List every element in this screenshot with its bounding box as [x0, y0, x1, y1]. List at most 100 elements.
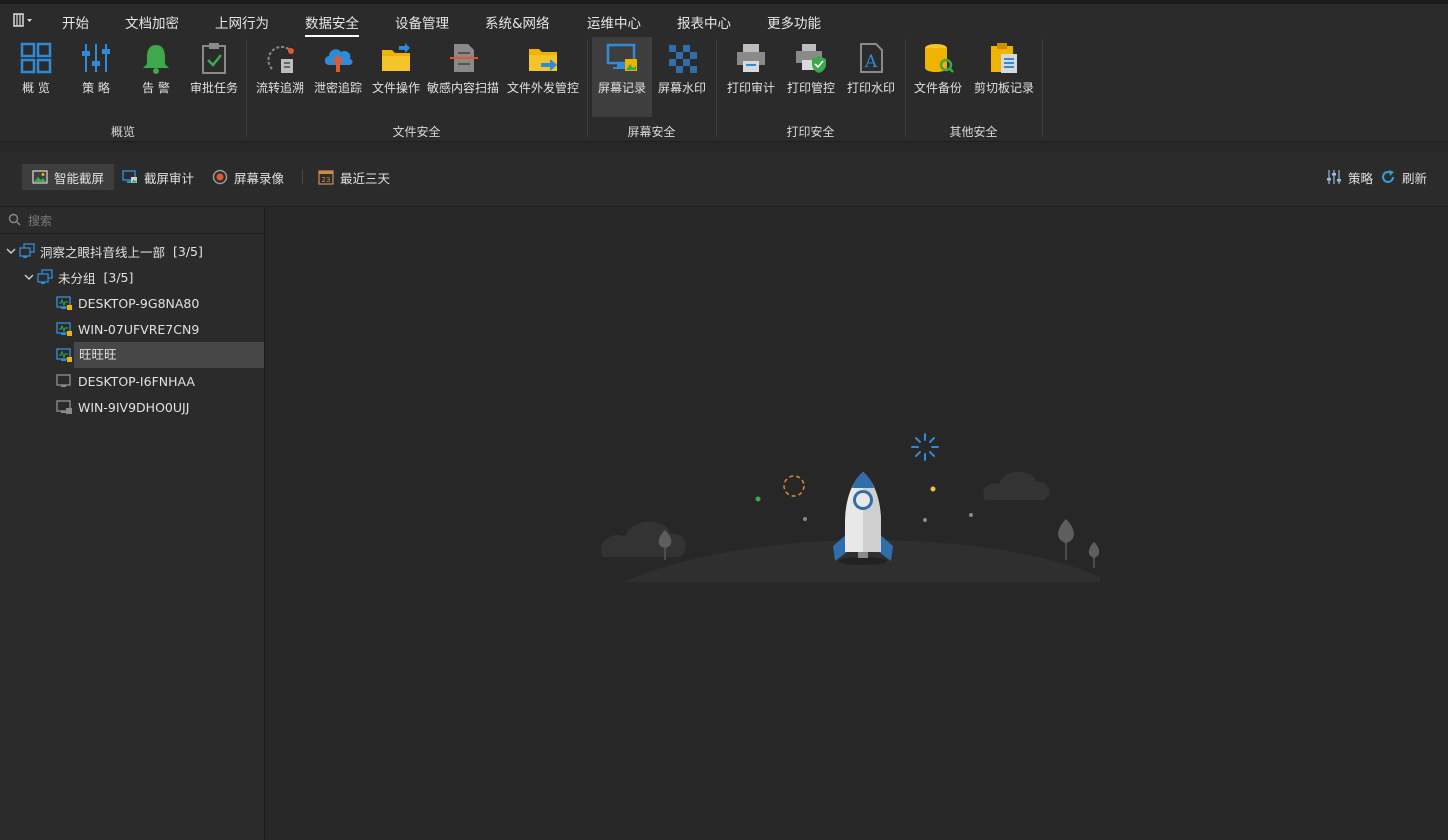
device-name: DESKTOP-I6FNHAA	[78, 373, 195, 389]
screen-watermark-button[interactable]: 屏幕水印	[654, 37, 710, 117]
alarm-bell-icon	[143, 45, 169, 74]
screen-video-button[interactable]: 屏幕录像	[212, 164, 284, 190]
tree-device-node[interactable]: DESKTOP-9G8NA80	[56, 290, 264, 316]
leak-trace-button-label: 泄密追踪	[313, 81, 362, 95]
folder-send-icon	[529, 49, 557, 71]
flow-trace-button-label: 流转追溯	[255, 81, 304, 95]
ribbon-group-screen-security-label: 屏幕安全	[627, 125, 676, 139]
tree-device-node-selected[interactable]: 旺旺旺	[56, 342, 264, 368]
print-watermark-button-label: 打印水印	[846, 81, 895, 95]
trace-icon	[267, 45, 294, 73]
printer-icon	[737, 44, 765, 72]
screen-record-content	[265, 207, 1448, 840]
ribbon-group-separator	[1042, 39, 1043, 137]
online-computer-icon	[56, 296, 72, 310]
refresh-button[interactable]: 刷新	[1380, 164, 1427, 190]
sensitive-scan-button-label: 敏感内容扫描	[426, 81, 499, 95]
file-outgoing-control-button[interactable]: 文件外发管控	[504, 37, 582, 117]
date-range-label: 最近三天	[340, 170, 391, 186]
clipboard-record-button[interactable]: 剪切板记录	[970, 37, 1038, 117]
tree-root-node[interactable]: 洞察之眼抖音线上一部 [3/5]	[0, 238, 264, 264]
menu-start[interactable]: 开始	[62, 12, 89, 32]
alarm-button-label: 告 警	[142, 81, 170, 95]
search-input[interactable]	[26, 211, 250, 231]
flow-trace-button[interactable]: 流转追溯	[252, 37, 308, 117]
sensitive-scan-button[interactable]: 敏感内容扫描	[426, 37, 500, 117]
printer-shield-icon	[796, 44, 826, 73]
capture-audit-label: 截屏审计	[144, 170, 195, 186]
approval-clipboard-icon	[202, 43, 226, 74]
search-icon	[8, 213, 21, 226]
svg-text:23: 23	[322, 176, 331, 184]
tree-device-node[interactable]: WIN-07UFVRE7CN9	[56, 316, 264, 342]
clipboard-record-icon	[991, 43, 1017, 73]
ribbon-group-file-security-label: 文件安全	[392, 125, 441, 139]
ribbon: 概 览 策 略 告 警 审批任务 概览 流转追溯 泄密追踪 文件操作 敏感内容扫…	[0, 37, 1448, 142]
ribbon-group-print-security-label: 打印安全	[786, 125, 835, 139]
file-backup-button-label: 文件备份	[913, 81, 962, 95]
leak-trace-button[interactable]: 泄密追踪	[310, 37, 366, 117]
policy-button[interactable]: 策 略	[68, 37, 124, 117]
date-range-button[interactable]: 23 最近三天	[318, 164, 390, 190]
policy-button-label: 策 略	[82, 81, 110, 95]
file-operation-button[interactable]: 文件操作	[368, 37, 424, 117]
device-tree-panel: 洞察之眼抖音线上一部 [3/5] 未分组 [3/5] DESKTOP-9G8NA…	[0, 207, 265, 840]
capture-audit-button[interactable]: 截屏审计	[122, 164, 194, 190]
cloud-upload-icon	[324, 49, 353, 72]
menu-web-behavior[interactable]: 上网行为	[215, 12, 269, 32]
menu-report-center[interactable]: 报表中心	[677, 12, 731, 32]
refresh-icon	[1382, 170, 1394, 183]
tree-group-node[interactable]: 未分组 [3/5]	[18, 264, 264, 290]
menu-device-management[interactable]: 设备管理	[395, 12, 449, 32]
device-name: DESKTOP-9G8NA80	[78, 295, 200, 311]
screen-record-button-label: 屏幕记录	[597, 81, 646, 95]
menu-bar: 开始 文档加密 上网行为 数据安全 设备管理 系统&网络 运维中心 报表中心 更…	[0, 0, 1448, 37]
online-computer-icon	[56, 322, 72, 336]
approval-task-button-label: 审批任务	[189, 81, 238, 95]
tree-device-node[interactable]: WIN-9IV9DHO0UJJ	[56, 394, 264, 420]
screen-watermark-button-label: 屏幕水印	[657, 81, 706, 95]
print-audit-button[interactable]: 打印审计	[722, 37, 780, 117]
file-outgoing-control-button-label: 文件外发管控	[506, 81, 579, 95]
monitor-image-icon	[122, 170, 137, 183]
sliders-icon	[1327, 170, 1341, 184]
menu-system-network[interactable]: 系统&网络	[485, 12, 550, 32]
smart-capture-button[interactable]: 智能截屏	[22, 164, 115, 190]
alarm-button[interactable]: 告 警	[128, 37, 184, 117]
computer-group-icon	[37, 269, 53, 284]
device-name: 旺旺旺	[74, 342, 264, 368]
menu-ops-center[interactable]: 运维中心	[587, 12, 641, 32]
record-circle-icon	[212, 169, 228, 185]
calendar-icon: 23	[318, 170, 334, 185]
tree-device-node[interactable]: DESKTOP-I6FNHAA	[56, 368, 264, 394]
ribbon-group-other-security-label: 其他安全	[949, 125, 998, 139]
clipboard-record-button-label: 剪切板记录	[973, 81, 1034, 95]
file-backup-button[interactable]: 文件备份	[910, 37, 966, 117]
tree-root-label: 洞察之眼抖音线上一部	[40, 244, 166, 260]
overview-button[interactable]: 概 览	[8, 37, 64, 117]
menu-more-features[interactable]: 更多功能	[767, 12, 821, 32]
chevron-down-icon[interactable]	[24, 272, 34, 282]
print-watermark-icon: A	[860, 43, 883, 73]
overview-grid-icon	[20, 42, 52, 74]
smart-capture-label: 智能截屏	[54, 170, 105, 186]
policy-toolbar-button[interactable]: 策略	[1326, 164, 1373, 190]
device-search	[0, 207, 264, 234]
tree-root-count: [3/5]	[173, 243, 203, 259]
screen-record-toolbar: 智能截屏 截屏审计 屏幕录像 23 最近三天 策略 刷新	[0, 152, 1448, 207]
screen-record-icon	[606, 43, 637, 71]
offline-computer-icon	[56, 374, 71, 387]
menu-data-security[interactable]: 数据安全	[305, 12, 359, 37]
chevron-down-icon[interactable]	[6, 246, 16, 256]
tree-group-label: 未分组	[58, 270, 96, 286]
print-audit-button-label: 打印审计	[726, 81, 775, 95]
svg-text:A: A	[864, 52, 878, 72]
empty-state-rocket-illustration	[601, 433, 1100, 582]
approval-task-button[interactable]: 审批任务	[186, 37, 242, 117]
screen-record-button[interactable]: 屏幕记录	[592, 37, 652, 117]
app-menu-icon[interactable]	[12, 12, 34, 28]
device-name: WIN-07UFVRE7CN9	[78, 321, 200, 337]
print-watermark-button[interactable]: A 打印水印	[842, 37, 900, 117]
menu-doc-encryption[interactable]: 文档加密	[125, 12, 179, 32]
print-control-button[interactable]: 打印管控	[782, 37, 840, 117]
